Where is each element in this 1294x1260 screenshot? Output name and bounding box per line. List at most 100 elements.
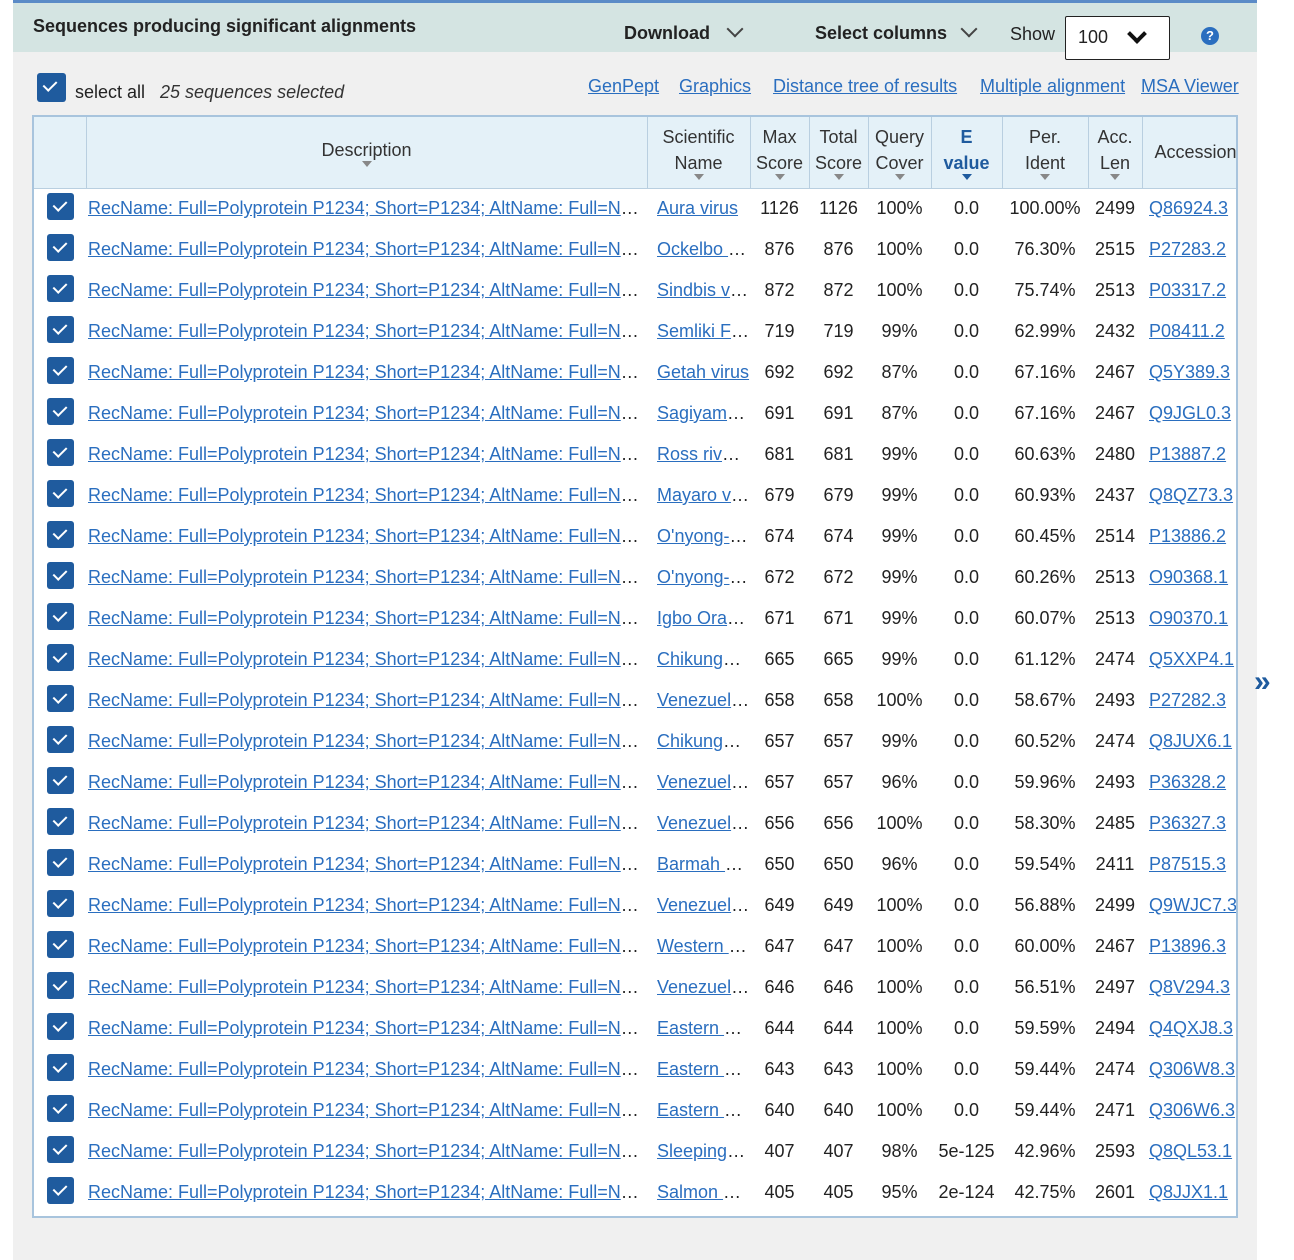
description-link[interactable]: RecName: Full=Polyprotein P1234; Short=P… <box>88 731 647 751</box>
description-link[interactable]: RecName: Full=Polyprotein P1234; Short=P… <box>88 772 647 792</box>
description-link[interactable]: RecName: Full=Polyprotein P1234; Short=P… <box>88 895 647 915</box>
row-checkbox[interactable] <box>46 766 74 794</box>
select-all-checkbox[interactable] <box>37 73 66 102</box>
scientific-name-link[interactable]: Ockelbo virus <box>657 239 750 259</box>
description-link[interactable]: RecName: Full=Polyprotein P1234; Short=P… <box>88 1018 647 1038</box>
scientific-name-link[interactable]: Igbo Ora virus <box>657 608 750 628</box>
accession-link[interactable]: P36327.3 <box>1149 813 1226 833</box>
help-icon[interactable]: ? <box>1201 27 1219 45</box>
accession-link[interactable]: P13896.3 <box>1149 936 1226 956</box>
scientific-name-link[interactable]: Getah virus <box>657 362 749 382</box>
accession-link[interactable]: P87515.3 <box>1149 854 1226 874</box>
row-checkbox[interactable] <box>46 1176 74 1204</box>
accession-link[interactable]: O90370.1 <box>1149 608 1228 628</box>
description-link[interactable]: RecName: Full=Polyprotein P1234; Short=P… <box>88 239 647 259</box>
row-checkbox[interactable] <box>46 233 74 261</box>
description-link[interactable]: RecName: Full=Polyprotein P1234; Short=P… <box>88 977 647 997</box>
description-link[interactable]: RecName: Full=Polyprotein P1234; Short=P… <box>88 485 647 505</box>
row-checkbox[interactable] <box>46 602 74 630</box>
scientific-name-link[interactable]: Sindbis virus <box>657 280 750 300</box>
header-scientific-name[interactable]: Scientific Name <box>647 117 751 189</box>
scientific-name-link[interactable]: Barmah Forest virus <box>657 854 750 874</box>
description-link[interactable]: RecName: Full=Polyprotein P1234; Short=P… <box>88 1059 647 1079</box>
description-link[interactable]: RecName: Full=Polyprotein P1234; Short=P… <box>88 1182 647 1202</box>
accession-link[interactable]: P13886.2 <box>1149 526 1226 546</box>
header-accession[interactable]: Accession <box>1142 117 1236 189</box>
row-checkbox[interactable] <box>46 356 74 384</box>
row-checkbox[interactable] <box>46 438 74 466</box>
scientific-name-link[interactable]: Venezuelan equine encephalitis virus <box>657 813 750 833</box>
accession-link[interactable]: Q306W6.3 <box>1149 1100 1235 1120</box>
show-count-select[interactable]: 100 <box>1065 16 1170 60</box>
row-checkbox[interactable] <box>46 479 74 507</box>
description-link[interactable]: RecName: Full=Polyprotein P1234; Short=P… <box>88 649 647 669</box>
scientific-name-link[interactable]: Sagiyama virus <box>657 403 750 423</box>
scientific-name-link[interactable]: Ross river virus <box>657 444 750 464</box>
graphics-link[interactable]: Graphics <box>679 76 751 97</box>
scientific-name-link[interactable]: Salmon pancreas disease virus <box>657 1182 750 1202</box>
accession-link[interactable]: Q8QL53.1 <box>1149 1141 1232 1161</box>
scientific-name-link[interactable]: Venezuelan equine encephalitis virus <box>657 977 750 997</box>
row-checkbox[interactable] <box>46 848 74 876</box>
row-checkbox[interactable] <box>46 889 74 917</box>
description-link[interactable]: RecName: Full=Polyprotein P1234; Short=P… <box>88 567 647 587</box>
row-checkbox[interactable] <box>46 274 74 302</box>
accession-link[interactable]: P27282.3 <box>1149 690 1226 710</box>
accession-link[interactable]: P27283.2 <box>1149 239 1226 259</box>
description-link[interactable]: RecName: Full=Polyprotein P1234; Short=P… <box>88 198 647 218</box>
accession-link[interactable]: Q86924.3 <box>1149 198 1228 218</box>
accession-link[interactable]: Q5XXP4.1 <box>1149 649 1234 669</box>
accession-link[interactable]: O90368.1 <box>1149 567 1228 587</box>
scientific-name-link[interactable]: Venezuelan equine encephalitis virus <box>657 772 750 792</box>
description-link[interactable]: RecName: Full=Polyprotein P1234; Short=P… <box>88 403 647 423</box>
scientific-name-link[interactable]: O'nyong-nyong virus <box>657 526 750 546</box>
download-chevron-down-icon[interactable] <box>726 20 744 38</box>
accession-link[interactable]: Q8JUX6.1 <box>1149 731 1232 751</box>
scientific-name-link[interactable]: Sleeping disease virus <box>657 1141 750 1161</box>
row-checkbox[interactable] <box>46 520 74 548</box>
accession-link[interactable]: Q9WJC7.3 <box>1149 895 1236 915</box>
description-link[interactable]: RecName: Full=Polyprotein P1234; Short=P… <box>88 813 647 833</box>
accession-link[interactable]: Q4QXJ8.3 <box>1149 1018 1233 1038</box>
description-link[interactable]: RecName: Full=Polyprotein P1234; Short=P… <box>88 280 647 300</box>
header-description[interactable]: Description <box>86 117 648 189</box>
description-link[interactable]: RecName: Full=Polyprotein P1234; Short=P… <box>88 690 647 710</box>
scientific-name-link[interactable]: Eastern equine encephalitis virus <box>657 1018 750 1038</box>
accession-link[interactable]: P08411.2 <box>1149 321 1225 341</box>
accession-link[interactable]: Q5Y389.3 <box>1149 362 1230 382</box>
row-checkbox[interactable] <box>46 725 74 753</box>
row-checkbox[interactable] <box>46 684 74 712</box>
select-columns-chevron-down-icon[interactable] <box>960 20 978 38</box>
accession-link[interactable]: P13887.2 <box>1149 444 1226 464</box>
accession-link[interactable]: Q306W8.3 <box>1149 1059 1235 1079</box>
select-columns-button[interactable]: Select columns <box>815 23 947 44</box>
description-link[interactable]: RecName: Full=Polyprotein P1234; Short=P… <box>88 936 647 956</box>
accession-link[interactable]: P36328.2 <box>1149 772 1226 792</box>
genpept-link[interactable]: GenPept <box>588 76 659 97</box>
scientific-name-link[interactable]: Venezuelan equine encephalitis virus <box>657 690 750 710</box>
header-query-cover[interactable]: Query Cover <box>868 117 932 189</box>
accession-link[interactable]: Q8V294.3 <box>1149 977 1230 997</box>
scientific-name-link[interactable]: O'nyong-nyong virus <box>657 567 750 587</box>
scientific-name-link[interactable]: Chikungunya virus <box>657 649 750 669</box>
description-link[interactable]: RecName: Full=Polyprotein P1234; Short=P… <box>88 1100 647 1120</box>
accession-link[interactable]: Q9JGL0.3 <box>1149 403 1231 423</box>
row-checkbox[interactable] <box>46 315 74 343</box>
double-chevron-right-icon[interactable]: » <box>1254 665 1271 699</box>
row-checkbox[interactable] <box>46 971 74 999</box>
scientific-name-link[interactable]: Western equine encephalitis virus <box>657 936 750 956</box>
row-checkbox[interactable] <box>46 807 74 835</box>
row-checkbox[interactable] <box>46 397 74 425</box>
distance-tree-link[interactable]: Distance tree of results <box>773 76 957 97</box>
msa-viewer-link[interactable]: MSA Viewer <box>1141 76 1239 97</box>
header-total-score[interactable]: Total Score <box>809 117 869 189</box>
description-link[interactable]: RecName: Full=Polyprotein P1234; Short=P… <box>88 1141 647 1161</box>
scientific-name-link[interactable]: Eastern equine encephalitis virus <box>657 1100 750 1120</box>
description-link[interactable]: RecName: Full=Polyprotein P1234; Short=P… <box>88 362 647 382</box>
row-checkbox[interactable] <box>46 643 74 671</box>
row-checkbox[interactable] <box>46 1053 74 1081</box>
scientific-name-link[interactable]: Chikungunya virus <box>657 731 750 751</box>
download-button[interactable]: Download <box>624 23 710 44</box>
accession-link[interactable]: P03317.2 <box>1149 280 1226 300</box>
select-all-label[interactable]: select all <box>75 82 145 103</box>
